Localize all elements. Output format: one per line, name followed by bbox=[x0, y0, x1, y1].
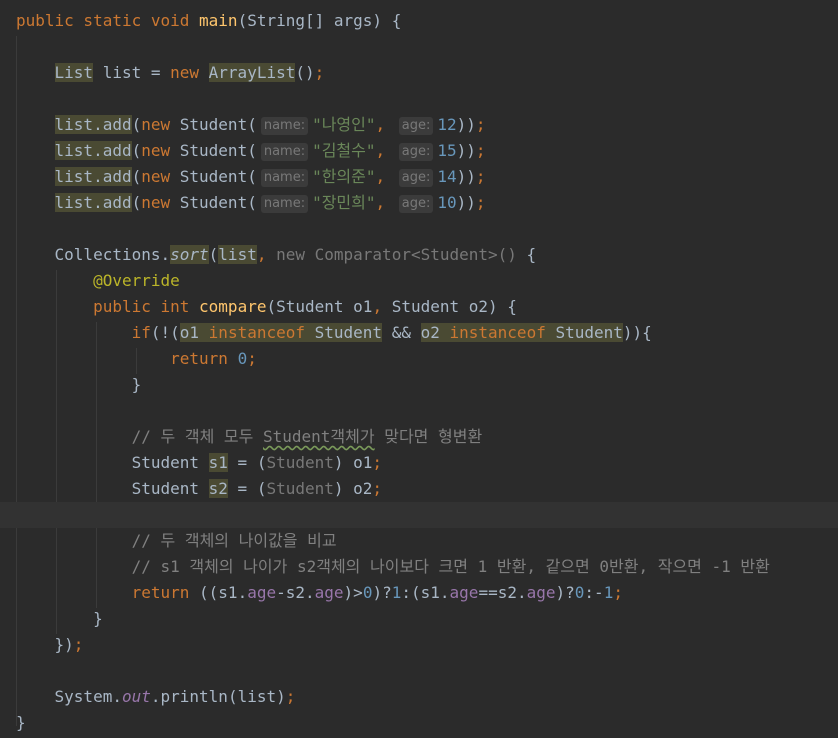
student-age-number: 14 bbox=[437, 167, 457, 186]
code-line[interactable]: public static void main(String[] args) { bbox=[0, 8, 838, 34]
param-hint-age: age: bbox=[398, 143, 434, 161]
student-age-number: 12 bbox=[437, 115, 457, 134]
param-hint-name: name: bbox=[260, 117, 309, 135]
code-line[interactable]: // s1 객체의 나이가 s2객체의 나이보다 크면 1 반환, 같으면 0반… bbox=[0, 554, 838, 580]
param-hint-age: age: bbox=[398, 195, 434, 213]
code-line[interactable]: Collections.sort(list, new Comparator<St… bbox=[0, 242, 838, 268]
comment-rule: // s1 객체의 나이가 s2객체의 나이보다 크면 1 반환, 같으면 0반… bbox=[131, 557, 770, 576]
code-line[interactable]: }); bbox=[0, 632, 838, 658]
code-line[interactable]: list.add(new Student(name: "김철수", age: 15)… bbox=[0, 138, 838, 164]
param-hint-name: name: bbox=[260, 143, 309, 161]
code-editor[interactable]: public static void main(String[] args) {… bbox=[0, 0, 838, 738]
code-line[interactable]: @Override bbox=[0, 268, 838, 294]
student-name-string: "한의준" bbox=[312, 167, 376, 186]
code-line[interactable]: System.out.println(list); bbox=[0, 684, 838, 710]
code-line[interactable]: return ((s1.age-s2.age)>0)?1:(s1.age==s2… bbox=[0, 580, 838, 606]
code-line[interactable]: } bbox=[0, 372, 838, 398]
param-hint-age: age: bbox=[398, 169, 434, 187]
param-hint-name: name: bbox=[260, 169, 309, 187]
code-line[interactable]: list.add(new Student(name: "나영인", age: 12)… bbox=[0, 112, 838, 138]
comment-compare: // 두 객체의 나이값을 비교 bbox=[131, 531, 337, 550]
code-line[interactable]: if(!(o1 instanceof Student && o2 instanc… bbox=[0, 320, 838, 346]
code-line[interactable]: list.add(new Student(name: "장민희", age: 10)… bbox=[0, 190, 838, 216]
param-hint-age: age: bbox=[398, 117, 434, 135]
code-line[interactable]: } bbox=[0, 606, 838, 632]
student-age-number: 15 bbox=[437, 141, 457, 160]
spellcheck-underline: Student객체가 bbox=[263, 427, 375, 446]
code-line[interactable]: Student s1 = (Student) o1; bbox=[0, 450, 838, 476]
code-line[interactable]: // 두 객체 모두 Student객체가 맞다면 형변환 bbox=[0, 424, 838, 450]
code-line[interactable]: return 0; bbox=[0, 346, 838, 372]
param-hint-name: name: bbox=[260, 195, 309, 213]
code-line[interactable]: } bbox=[0, 710, 838, 736]
code-line[interactable]: // 두 객체의 나이값을 비교 bbox=[0, 528, 838, 554]
comment-cast: // 두 객체 모두 Student객체가 맞다면 형변환 bbox=[131, 427, 483, 446]
code-line[interactable]: Student s2 = (Student) o2; bbox=[0, 476, 838, 502]
code-line[interactable]: List list = new ArrayList(); bbox=[0, 60, 838, 86]
current-line[interactable] bbox=[0, 502, 838, 528]
student-name-string: "나영인" bbox=[312, 115, 376, 134]
code-line[interactable]: list.add(new Student(name: "한의준", age: 14)… bbox=[0, 164, 838, 190]
student-name-string: "장민희" bbox=[312, 193, 376, 212]
student-age-number: 10 bbox=[437, 193, 457, 212]
student-name-string: "김철수" bbox=[312, 141, 376, 160]
code-line[interactable]: public int compare(Student o1, Student o… bbox=[0, 294, 838, 320]
